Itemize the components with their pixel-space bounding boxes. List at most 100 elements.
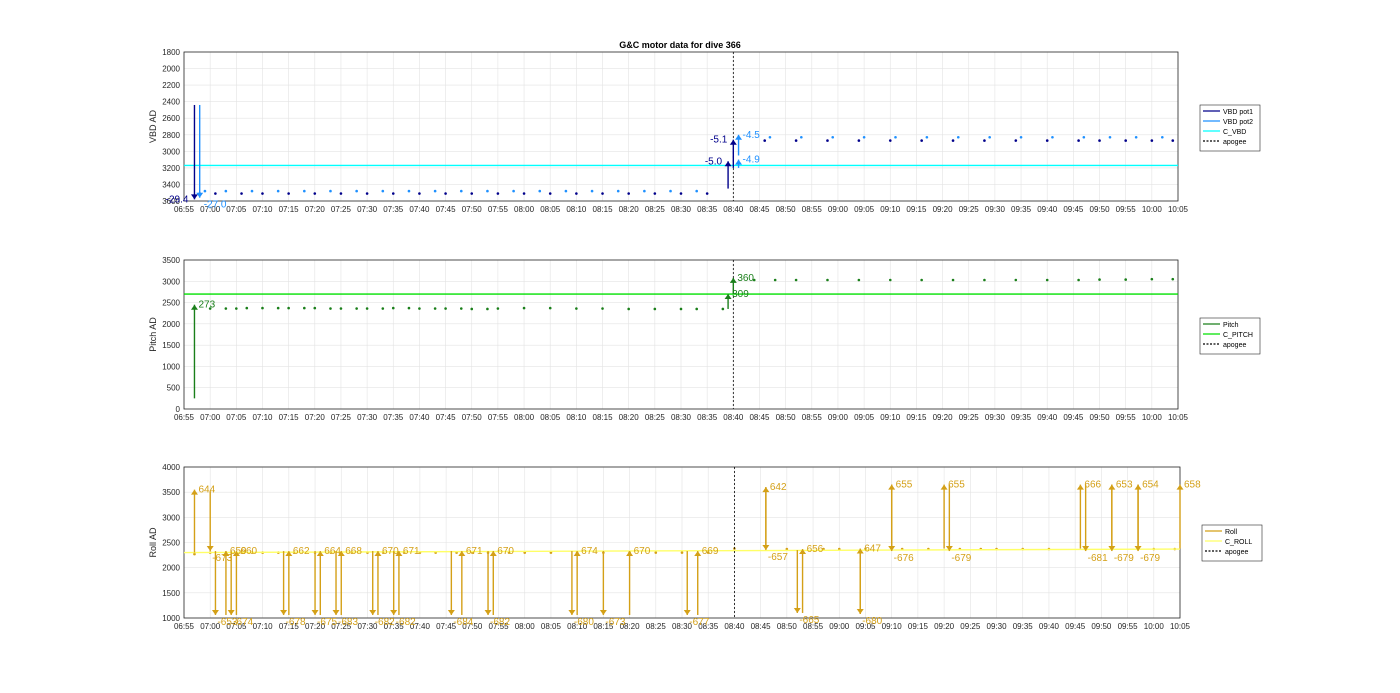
event-label-roll: -684 — [453, 617, 473, 628]
data-point-pitch-0 — [695, 307, 698, 311]
x-tick-label-pitch: 07:15 — [279, 413, 300, 422]
data-point-vbd-1 — [1082, 135, 1086, 139]
x-tick-label-pitch: 06:55 — [174, 413, 195, 422]
event-label-roll: 654 — [1142, 480, 1159, 491]
data-point-vbd-0 — [983, 139, 986, 142]
data-point-pitch-0 — [407, 306, 411, 310]
data-point-pitch-0 — [235, 307, 238, 310]
data-point-pitch-0 — [1077, 278, 1080, 282]
data-point-vbd-1 — [355, 189, 358, 193]
y-tick-label-pitch: 2500 — [162, 299, 180, 308]
x-tick-label-roll: 06:55 — [174, 622, 195, 631]
data-point-vbd-1 — [1051, 135, 1054, 139]
legend-entry-pitch: Pitch — [1223, 322, 1239, 329]
event-label-roll: -682 — [375, 617, 395, 628]
data-point-vbd-0 — [1077, 139, 1080, 142]
x-tick-label-roll: 09:00 — [829, 622, 850, 631]
event-label-roll: -657 — [768, 552, 788, 563]
x-tick-label-vbd: 09:10 — [880, 205, 901, 214]
data-point-vbd-1 — [538, 189, 542, 193]
x-tick-label-pitch: 07:30 — [357, 413, 378, 422]
x-tick-label-pitch: 07:40 — [409, 413, 430, 422]
event-label-pitch: 360 — [737, 273, 754, 284]
legend-entry-vbd: VBD pot2 — [1223, 119, 1253, 126]
event-label-roll: 674 — [581, 546, 598, 557]
y-tick-label-roll: 2000 — [162, 564, 180, 573]
data-point-pitch-0 — [627, 307, 630, 311]
x-tick-label-vbd: 07:20 — [305, 205, 326, 214]
data-point-pitch-0 — [522, 306, 526, 310]
event-label-vbd: -4.5 — [743, 130, 761, 141]
data-point-vbd-1 — [512, 189, 515, 193]
data-point-vbd-0 — [1014, 139, 1018, 142]
data-point-pitch-0 — [1124, 278, 1127, 281]
data-point-vbd-1 — [250, 189, 254, 193]
x-tick-label-vbd: 09:15 — [906, 205, 927, 214]
event-label-roll: 671 — [403, 546, 420, 557]
y-tick-label-pitch: 2000 — [162, 320, 180, 329]
y-tick-label-pitch: 500 — [167, 384, 181, 393]
x-tick-label-vbd: 08:40 — [723, 205, 744, 214]
legend-entry-roll: C_ROLL — [1225, 539, 1252, 546]
event-label-roll: -676 — [894, 553, 914, 564]
event-label-roll: 658 — [1184, 480, 1201, 491]
data-point-pitch-0 — [983, 278, 986, 282]
data-point-vbd-1 — [669, 189, 672, 193]
data-point-vbd-0 — [1150, 139, 1154, 142]
data-point-vbd-1 — [862, 135, 866, 139]
x-tick-label-vbd: 09:35 — [1011, 205, 1032, 214]
data-point-vbd-1 — [329, 189, 332, 193]
event-label-roll: 655 — [896, 480, 913, 491]
x-tick-label-pitch: 07:25 — [331, 413, 352, 422]
x-tick-label-pitch: 09:15 — [906, 413, 927, 422]
data-point-pitch-0 — [1045, 278, 1049, 282]
data-point-pitch-0 — [653, 307, 657, 311]
data-point-vbd-0 — [522, 192, 526, 195]
x-tick-label-vbd: 09:55 — [1116, 205, 1137, 214]
data-point-roll-0 — [680, 551, 684, 554]
data-point-vbd-0 — [470, 192, 474, 195]
data-point-vbd-0 — [365, 192, 369, 195]
legend-entry-roll: Roll — [1225, 529, 1238, 536]
x-tick-label-roll: 08:40 — [724, 622, 745, 631]
x-tick-label-pitch: 07:35 — [383, 413, 404, 422]
data-point-vbd-0 — [627, 192, 630, 195]
x-tick-label-roll: 09:20 — [934, 622, 955, 631]
x-tick-label-vbd: 08:20 — [619, 205, 640, 214]
data-point-pitch-0 — [365, 307, 369, 310]
x-tick-label-roll: 09:25 — [960, 622, 981, 631]
data-point-pitch-0 — [261, 306, 264, 310]
data-point-vbd-0 — [1124, 139, 1127, 142]
data-point-vbd-0 — [794, 139, 798, 142]
x-tick-label-vbd: 07:10 — [252, 205, 273, 214]
event-label-roll: -679 — [1114, 553, 1134, 564]
data-point-pitch-0 — [857, 278, 861, 282]
event-label-roll: -675 — [317, 617, 337, 628]
data-point-vbd-0 — [857, 139, 861, 142]
event-label-roll: 655 — [948, 480, 965, 491]
x-tick-label-vbd: 07:25 — [331, 205, 352, 214]
x-tick-label-vbd: 09:50 — [1090, 205, 1111, 214]
event-label-roll: -678 — [286, 617, 306, 628]
data-point-pitch-0 — [355, 307, 358, 310]
data-point-pitch-0 — [496, 307, 500, 310]
event-label-roll: -677 — [689, 617, 709, 628]
data-point-pitch-0 — [721, 307, 725, 311]
data-point-vbd-0 — [548, 192, 552, 195]
x-tick-label-pitch: 08:00 — [514, 413, 535, 422]
x-tick-label-pitch: 09:55 — [1116, 413, 1137, 422]
x-tick-label-pitch: 07:10 — [252, 413, 273, 422]
x-tick-label-roll: 09:30 — [987, 622, 1008, 631]
data-point-vbd-1 — [695, 189, 698, 193]
event-label-roll: -682 — [396, 617, 416, 628]
data-point-vbd-1 — [1134, 135, 1138, 139]
data-point-pitch-0 — [548, 306, 552, 310]
data-point-pitch-0 — [1098, 278, 1101, 281]
y-tick-label-pitch: 1000 — [162, 362, 180, 371]
data-point-vbd-0 — [214, 192, 217, 195]
data-point-vbd-0 — [287, 192, 290, 195]
x-tick-label-pitch: 09:40 — [1037, 413, 1058, 422]
y-tick-label-roll: 3500 — [162, 488, 180, 497]
x-tick-label-vbd: 07:30 — [357, 205, 378, 214]
data-point-vbd-1 — [643, 189, 646, 193]
